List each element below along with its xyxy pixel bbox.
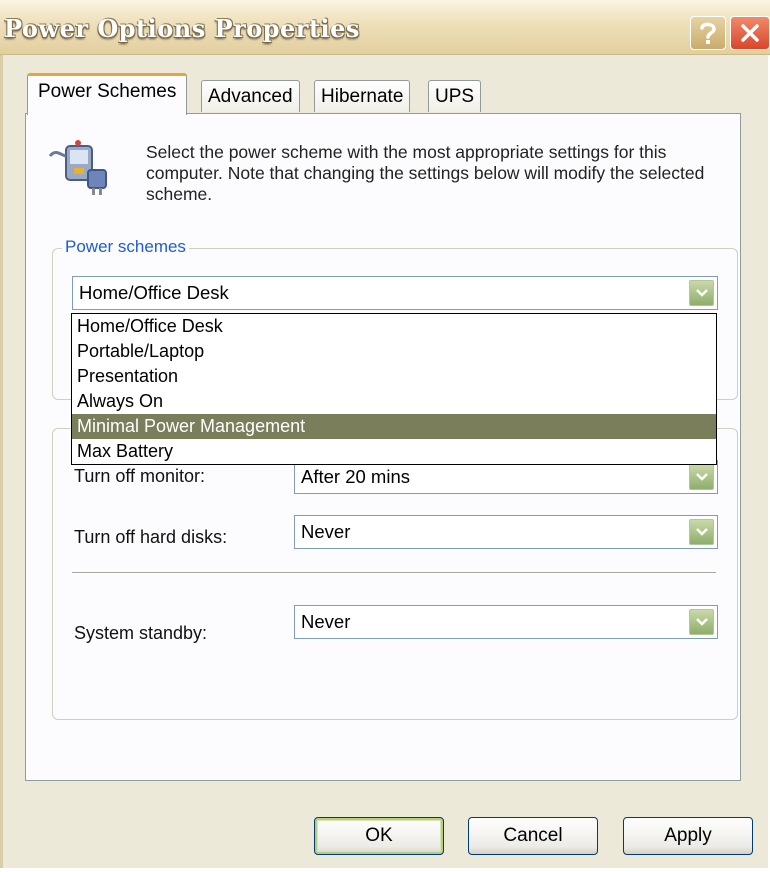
apply-button[interactable]: Apply [623,817,753,855]
list-item[interactable]: Max Battery [72,439,716,464]
monitor-label: Turn off monitor: [74,466,206,486]
power-scheme-dropdown-list[interactable]: Home/Office Desk Portable/Laptop Present… [71,313,717,465]
standby-timeout-value: Never [301,611,351,632]
close-x-icon [741,24,759,42]
title-bar[interactable]: Power Options Properties [0,0,770,55]
dropdown-arrow-button[interactable] [689,519,714,545]
chevron-down-icon [695,289,708,297]
ok-button[interactable]: OK [314,817,444,855]
list-item[interactable]: Always On [72,389,716,414]
list-item[interactable]: Home/Office Desk [72,314,716,339]
close-button[interactable] [730,16,770,50]
hard-disks-timeout-select[interactable]: Never [294,515,718,549]
power-scheme-select[interactable]: Home/Office Desk [72,276,718,310]
list-item[interactable]: Portable/Laptop [72,339,716,364]
tab-ups[interactable]: UPS [428,80,482,112]
cancel-button[interactable]: Cancel [468,817,598,855]
list-item-highlighted[interactable]: Minimal Power Management [72,414,716,439]
hard-disks-timeout-value: Never [301,521,351,542]
tab-hibernate[interactable]: Hibernate [314,80,411,112]
power-scheme-selected-value: Home/Office Desk [79,282,229,303]
chevron-down-icon [695,618,708,626]
power-plug-icon [48,140,107,195]
dropdown-arrow-button[interactable] [689,609,714,635]
dropdown-arrow-button[interactable] [689,464,714,490]
tab-power-schemes[interactable]: Power Schemes [27,73,188,115]
chevron-down-icon [695,528,708,536]
standby-timeout-select[interactable]: Never [294,605,718,639]
monitor-timeout-value: After 20 mins [301,466,410,487]
standby-label: System standby: [74,623,208,643]
window-title: Power Options Properties [4,14,360,43]
hard-disks-label: Turn off hard disks: [74,527,228,547]
question-mark-icon [700,22,716,44]
separator [72,572,716,574]
power-schemes-legend: Power schemes [62,237,189,257]
dropdown-arrow-button[interactable] [689,280,714,306]
chevron-down-icon [695,473,708,481]
monitor-timeout-select[interactable]: After 20 mins [294,460,718,494]
help-button[interactable] [690,16,726,50]
list-item[interactable]: Presentation [72,364,716,389]
tab-advanced[interactable]: Advanced [201,80,300,112]
description-text: Select the power scheme with the most ap… [146,142,705,204]
